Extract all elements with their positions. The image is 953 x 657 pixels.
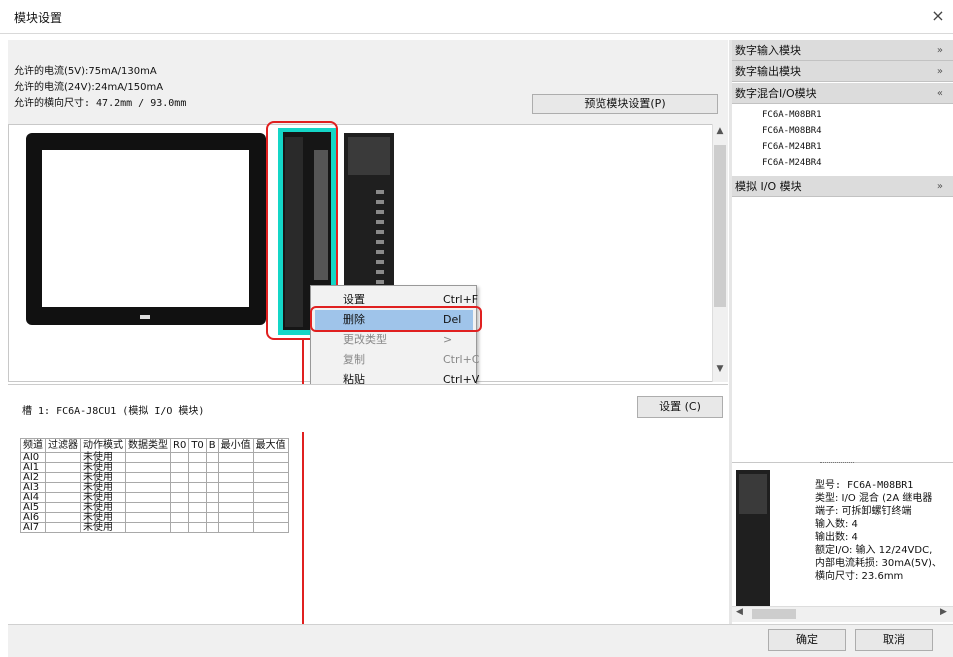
cpu-module-connector — [348, 137, 390, 175]
category-analog-io[interactable]: 模拟 I/O 模块 » — [732, 176, 953, 197]
col-filter: 过滤器 — [45, 438, 81, 453]
channel-table: 频道 过滤器 动作模式 数据类型 R0 T0 B 最小值 最大值 AI0 未使用 … — [20, 438, 330, 533]
window-title: 模块设置 — [14, 11, 63, 25]
detail-scroll-thumb[interactable] — [752, 609, 796, 619]
module-preview-connector — [739, 474, 767, 514]
current-24v-label: 允许的电流(24V):24mA/150mA — [14, 82, 164, 93]
table-row[interactable]: AI5 未使用 — [20, 502, 289, 513]
menu-item-copy[interactable]: 复制 Ctrl+C — [315, 350, 479, 370]
module-pin — [376, 260, 384, 264]
col-t0: T0 — [188, 438, 207, 453]
module-pin — [376, 240, 384, 244]
scroll-right-icon[interactable]: ▶ — [940, 607, 947, 617]
col-min: 最小值 — [217, 438, 254, 453]
list-item[interactable]: FC6A-M24BR4 — [762, 158, 822, 168]
context-menu: 设置 Ctrl+F 删除 Del 更改类型 > 复制 Ctrl+C 粘贴 Ctr… — [310, 285, 479, 395]
module-pin — [376, 210, 384, 214]
category-digital-input[interactable]: 数字输入模块 » — [732, 40, 953, 61]
table-row[interactable]: AI0 未使用 — [20, 452, 289, 463]
menu-item-change-type[interactable]: 更改类型 > — [315, 330, 473, 350]
table-row[interactable]: AI4 未使用 — [20, 492, 289, 503]
close-button[interactable]: × — [928, 6, 948, 26]
col-b: B — [205, 438, 219, 453]
preview-module-settings-button[interactable]: 预览模块设置(P) — [532, 94, 718, 114]
ok-button[interactable]: 确定 — [768, 629, 846, 651]
current-5v-label: 允许的电流(5V):75mA/130mA — [14, 66, 157, 77]
expand-icon: » — [936, 181, 943, 192]
annotation-highlight-delete — [310, 306, 482, 332]
module-pin — [376, 200, 384, 204]
collapse-icon: « — [936, 88, 943, 99]
cancel-button[interactable]: 取消 — [855, 629, 933, 651]
module-pin — [376, 230, 384, 234]
col-datatype: 数据类型 — [125, 438, 171, 453]
col-mode: 动作模式 — [80, 438, 126, 453]
table-row[interactable]: AI1 未使用 — [20, 462, 289, 473]
resize-grip[interactable] — [820, 462, 854, 466]
category-digital-output[interactable]: 数字输出模块 » — [732, 61, 953, 82]
module-pin — [376, 250, 384, 254]
list-item[interactable]: FC6A-M08BR4 — [762, 126, 822, 136]
table-row[interactable]: AI6 未使用 — [20, 512, 289, 523]
scroll-up-icon[interactable]: ▲ — [714, 126, 726, 140]
table-row[interactable]: AI2 未使用 — [20, 472, 289, 483]
list-item[interactable]: FC6A-M08BR1 — [762, 110, 822, 120]
table-row[interactable]: AI7 未使用 — [20, 522, 289, 533]
list-item[interactable]: FC6A-M24BR1 — [762, 142, 822, 152]
hmi-logo — [140, 315, 150, 319]
width-label: 允许的横向尺寸: 47.2mm / 93.0mm — [14, 98, 187, 109]
module-pin — [376, 280, 384, 284]
title-bar — [0, 0, 953, 34]
col-r0: R0 — [169, 438, 190, 453]
slot-settings-button[interactable]: 设置 (C) — [637, 396, 723, 418]
table-row[interactable]: AI3 未使用 — [20, 482, 289, 493]
scroll-down-icon[interactable]: ▼ — [714, 364, 726, 378]
module-pin — [376, 270, 384, 274]
expand-icon: » — [936, 45, 943, 56]
slot-label: 槽 1: FC6A-J8CU1 (模拟 I/O 模块) — [22, 406, 205, 417]
detail-width: 横向尺寸: 23.6mm — [815, 571, 904, 582]
category-digital-mixed[interactable]: 数字混合I/O模块 « — [732, 83, 953, 104]
scroll-left-icon[interactable]: ◀ — [736, 607, 743, 617]
expand-icon: » — [936, 66, 943, 77]
hmi-screen — [42, 150, 249, 307]
module-pin — [376, 220, 384, 224]
module-pin — [376, 190, 384, 194]
canvas-scroll-thumb[interactable] — [714, 145, 726, 307]
col-max: 最大值 — [252, 438, 289, 453]
col-channel: 频道 — [20, 438, 46, 453]
